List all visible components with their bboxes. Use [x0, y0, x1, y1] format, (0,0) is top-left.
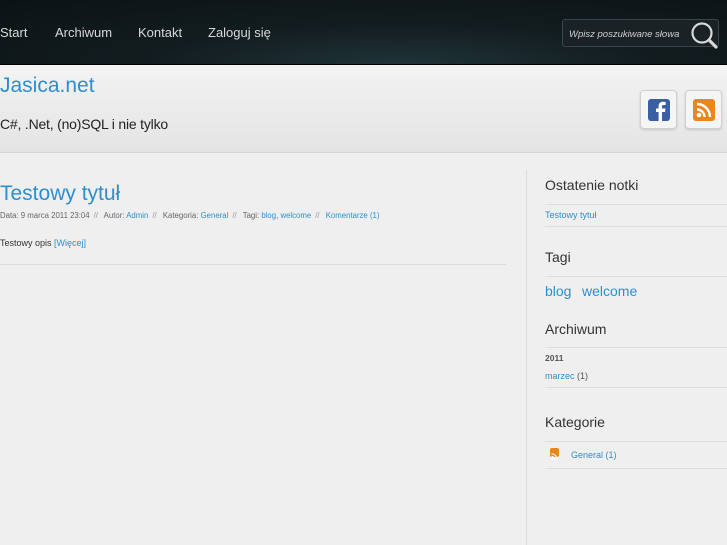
recent-posts-bottom-divider	[545, 226, 727, 227]
nav-start[interactable]: Start	[0, 25, 27, 40]
recent-post-link[interactable]: Testowy tytuł	[545, 210, 597, 220]
tag-cloud-welcome[interactable]: welcome	[582, 283, 637, 299]
recent-posts-divider	[545, 204, 727, 205]
category-rss-icon[interactable]	[550, 448, 559, 460]
archive-divider	[545, 347, 727, 348]
archive-year: 2011	[545, 353, 564, 363]
recent-posts-title: Ostatenie notki	[545, 177, 639, 193]
archive-count: (1)	[577, 371, 589, 381]
tags-divider	[545, 276, 727, 277]
rss-icon	[693, 99, 715, 121]
author-label: Autor:	[103, 211, 125, 220]
site-header: Jasica.net C#, .Net, (no)SQL i nie tylko	[0, 65, 727, 153]
column-divider	[526, 170, 527, 545]
top-navigation-bar: Start Archiwum Kontakt Zaloguj się	[0, 0, 727, 65]
categories-title: Kategorie	[545, 414, 605, 430]
rss-button[interactable]	[685, 90, 722, 129]
archive-month-link[interactable]: marzec	[545, 371, 575, 381]
nav-archiwum[interactable]: Archiwum	[55, 25, 112, 40]
tags-title: Tagi	[545, 249, 571, 265]
post-title[interactable]: Testowy tytuł	[0, 182, 120, 206]
tag-link-blog[interactable]: blog	[261, 211, 276, 220]
post-excerpt: Testowy opis [Więcej]	[0, 238, 86, 248]
post-divider	[0, 264, 506, 265]
tag-link-welcome[interactable]: welcome	[280, 211, 311, 220]
read-more-link[interactable]: [Więcej]	[54, 238, 86, 248]
excerpt-text: Testowy opis	[0, 238, 52, 248]
site-tagline: C#, .Net, (no)SQL i nie tylko	[0, 116, 168, 132]
categories-divider	[545, 441, 727, 442]
tags-label: Tagi:	[242, 211, 260, 220]
site-title[interactable]: Jasica.net	[0, 74, 95, 98]
tag-cloud-blog[interactable]: blog	[545, 283, 571, 299]
nav-zaloguj[interactable]: Zaloguj się	[208, 25, 271, 40]
category-label: Kategoria:	[162, 211, 199, 220]
post-meta: Data: 9 marca 2011 23:04// Autor: Admin /…	[0, 211, 380, 220]
post-date: Data: 9 marca 2011 23:04	[0, 211, 90, 220]
search-box	[562, 19, 719, 50]
archive-month: marzec (1)	[545, 371, 588, 381]
sidebar: Ostatenie notki Testowy tytuł Tagi blog …	[545, 153, 727, 545]
search-input[interactable]	[567, 24, 693, 44]
archive-title: Archiwum	[545, 321, 607, 337]
category-link[interactable]: General	[201, 211, 229, 220]
facebook-icon	[648, 99, 670, 121]
comments-link[interactable]: Komentarze (1)	[326, 211, 380, 220]
categories-bottom-divider	[545, 468, 727, 469]
main-content: Testowy tytuł Data: 9 marca 2011 23:04//…	[0, 153, 527, 545]
search-icon[interactable]	[689, 20, 719, 50]
category-link-general[interactable]: General (1)	[571, 450, 617, 460]
facebook-button[interactable]	[640, 90, 677, 129]
archive-bottom-divider	[545, 387, 727, 388]
author-link[interactable]: Admin	[126, 211, 148, 220]
nav-kontakt[interactable]: Kontakt	[138, 25, 182, 40]
